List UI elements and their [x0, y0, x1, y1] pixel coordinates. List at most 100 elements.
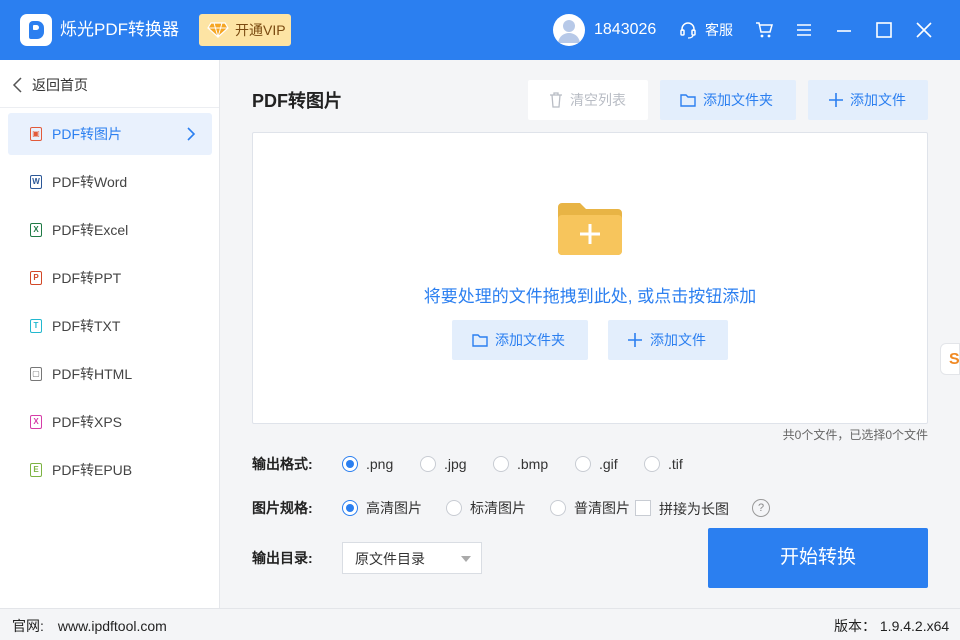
add-file-label: 添加文件	[850, 92, 906, 108]
sidebar-item-label: PDF转HTML	[52, 366, 133, 382]
start-convert-button[interactable]: 开始转换	[708, 528, 928, 588]
website-label: 官网:	[12, 618, 44, 634]
minimize-icon[interactable]	[834, 20, 854, 40]
sidebar-item-label: PDF转Word	[52, 174, 128, 190]
close-icon[interactable]	[914, 20, 934, 40]
output-dir-select[interactable]: 原文件目录	[342, 542, 482, 574]
file-count: 共0个文件，已选择0个文件	[782, 428, 928, 442]
vip-button[interactable]: 开通VIP	[199, 14, 291, 46]
sidebar: 返回首页 ▣ PDF转图片 W PDF转Word X PDF转Excel P PDF转PPT T…	[0, 60, 220, 608]
sidebar-item-label: PDF转Excel	[52, 222, 129, 238]
dropzone-add-folder-button[interactable]: 添加文件夹	[452, 320, 588, 360]
status-bar: 官网: www.ipdftool.com 版本： 1.9.4.2.x64	[0, 608, 960, 640]
version-text: 版本： 1.9.4.2.x64	[834, 618, 950, 634]
user-avatar[interactable]	[553, 14, 585, 46]
txt-file-icon: T	[30, 319, 42, 333]
customer-service-button[interactable]: 客服	[679, 21, 733, 42]
radio-dot	[493, 456, 509, 472]
clear-list-button[interactable]: 清空列表	[528, 80, 648, 120]
help-icon[interactable]: ?	[752, 499, 770, 517]
trash-icon	[550, 92, 562, 108]
maximize-icon[interactable]	[874, 20, 894, 40]
vip-label: 开通VIP	[235, 22, 286, 38]
sidebar-item-2[interactable]: W PDF转Word	[8, 161, 212, 203]
title-bar: 烁光PDF转换器 开通VIP 1843026 客服	[0, 0, 960, 60]
sidebar-item-8[interactable]: E PDF转EPUB	[8, 449, 212, 491]
user-id: 1843026	[594, 21, 657, 38]
cart-icon[interactable]	[754, 20, 774, 40]
dropzone-add-file-label: 添加文件	[650, 332, 706, 348]
website-link[interactable]: www.ipdftool.com	[58, 618, 167, 634]
floating-widget-glyph: S	[949, 351, 960, 368]
radio-label: 标清图片	[470, 500, 526, 516]
website-info: 官网: www.ipdftool.com	[12, 618, 167, 634]
word-file-icon: W	[30, 175, 42, 189]
chevron-right-icon	[187, 127, 196, 141]
sidebar-item-label: PDF转PPT	[52, 270, 122, 286]
output-dir-label: 输出目录:	[252, 550, 313, 566]
radio-label: .tif	[668, 456, 683, 472]
sidebar-item-5[interactable]: T PDF转TXT	[8, 305, 212, 347]
app-name: 烁光PDF转换器	[60, 20, 179, 39]
add-folder-label: 添加文件夹	[703, 92, 773, 108]
back-home-label: 返回首页	[32, 77, 88, 93]
stitch-checkbox[interactable]	[635, 500, 651, 516]
output-format-label: 输出格式:	[252, 456, 313, 472]
radio-dot	[342, 500, 358, 516]
sidebar-item-3[interactable]: X PDF转Excel	[8, 209, 212, 251]
radio-dot	[420, 456, 436, 472]
epub-file-icon: E	[30, 463, 42, 477]
drop-hint: 将要处理的文件拖拽到此处, 或点击按钮添加	[423, 287, 757, 306]
dropzone-add-folder-label: 添加文件夹	[495, 332, 565, 348]
radio-label: 高清图片	[366, 500, 422, 516]
output-dir-value: 原文件目录	[355, 551, 425, 567]
radio-dot	[575, 456, 591, 472]
radio-label: .png	[366, 456, 394, 472]
menu-icon[interactable]	[794, 20, 814, 40]
chevron-left-icon	[12, 77, 22, 93]
back-home-button[interactable]: 返回首页	[12, 75, 202, 95]
caret-down-icon	[461, 556, 471, 562]
headset-icon	[680, 22, 696, 39]
diamond-icon	[207, 22, 229, 38]
image-spec-label: 图片规格:	[252, 500, 313, 516]
dropzone-add-file-button[interactable]: 添加文件	[608, 320, 728, 360]
radio-label: 普清图片	[574, 500, 630, 516]
add-folder-button[interactable]: 添加文件夹	[660, 80, 796, 120]
folder-add-icon	[558, 203, 622, 255]
sidebar-item-4[interactable]: P PDF转PPT	[8, 257, 212, 299]
plus-icon	[628, 333, 642, 347]
excel-file-icon: X	[30, 223, 42, 237]
html-file-icon: ▢	[30, 367, 42, 381]
sidebar-item-1[interactable]: ▣ PDF转图片	[8, 113, 212, 155]
user-icon	[558, 20, 580, 43]
ppt-file-icon: P	[30, 271, 42, 285]
folder-icon	[680, 94, 696, 107]
sidebar-item-label: PDF转图片	[52, 126, 122, 142]
add-file-button[interactable]: 添加文件	[808, 80, 928, 120]
xps-file-icon: X	[30, 415, 42, 429]
radio-dot	[644, 456, 660, 472]
sidebar-item-label: PDF转XPS	[52, 414, 123, 430]
image-file-icon: ▣	[30, 127, 42, 141]
customer-service-label: 客服	[705, 22, 733, 38]
sidebar-divider	[0, 107, 219, 108]
radio-label: .bmp	[517, 456, 549, 472]
file-drop-zone[interactable]: 将要处理的文件拖拽到此处, 或点击按钮添加 添加文件夹 添加文件	[252, 132, 928, 424]
page-title: PDF转图片	[252, 91, 342, 111]
radio-dot	[342, 456, 358, 472]
radio-dot	[446, 500, 462, 516]
stitch-label: 拼接为长图	[659, 501, 729, 517]
floating-widget[interactable]: S	[940, 343, 960, 375]
sidebar-item-7[interactable]: X PDF转XPS	[8, 401, 212, 443]
radio-dot	[550, 500, 566, 516]
folder-icon	[472, 334, 488, 347]
plus-icon	[829, 93, 843, 107]
radio-label: .gif	[599, 456, 618, 472]
sidebar-item-label: PDF转TXT	[52, 318, 121, 334]
sidebar-item-6[interactable]: ▢ PDF转HTML	[8, 353, 212, 395]
radio-label: .jpg	[444, 456, 467, 472]
clear-list-label: 清空列表	[570, 92, 626, 108]
sidebar-item-label: PDF转EPUB	[52, 462, 133, 478]
app-logo	[20, 14, 52, 46]
